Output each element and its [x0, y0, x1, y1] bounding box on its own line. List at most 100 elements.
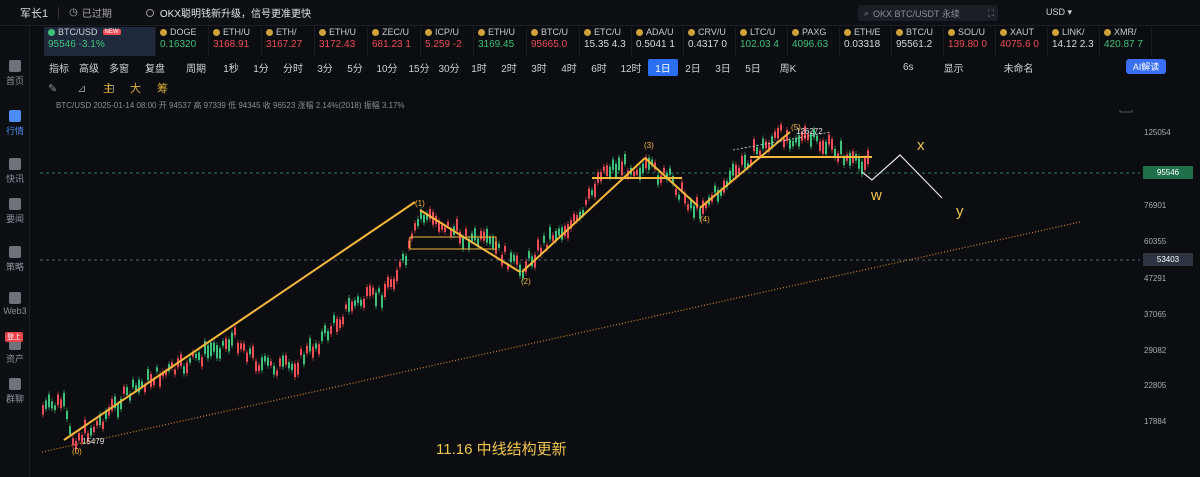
- candle-body: [678, 194, 680, 200]
- candle-body: [399, 261, 401, 267]
- ruler-icon[interactable]: ⊿: [77, 82, 86, 95]
- sidebar-item-5[interactable]: Web3: [0, 292, 30, 316]
- ticker-12[interactable]: LTC/U 102.03 4: [736, 27, 788, 56]
- indicator-2[interactable]: 筹: [157, 80, 168, 96]
- ticker-6[interactable]: ICP/U 5.259 -2: [421, 27, 474, 56]
- ai-button[interactable]: AI解读: [1126, 59, 1166, 74]
- sidebar-item-2[interactable]: 快讯: [0, 158, 30, 185]
- price-scale-label: 37065: [1144, 310, 1167, 319]
- toolbar-item-12[interactable]: 30分: [434, 60, 464, 75]
- candle-body: [126, 387, 128, 396]
- expand-icon[interactable]: ⛶: [988, 8, 994, 19]
- candle-body: [765, 141, 767, 149]
- toolbar-right-0[interactable]: 6s: [903, 62, 914, 73]
- candle-body: [102, 421, 104, 429]
- indicator-0[interactable]: 主: [103, 80, 114, 96]
- symbol-label: ETH/U: [223, 27, 250, 37]
- toolbar-item-14[interactable]: 2时: [494, 60, 524, 75]
- toolbar-item-19[interactable]: 1日: [648, 58, 678, 76]
- ticker-17[interactable]: XAUT 4075.6 0: [996, 27, 1048, 56]
- toolbar-item-10[interactable]: 10分: [370, 60, 404, 75]
- candle-body: [243, 343, 245, 351]
- close-icon[interactable]: [145, 8, 154, 17]
- pencil-icon[interactable]: ✎: [48, 82, 57, 95]
- candle-body: [744, 154, 746, 169]
- price-scale-label: 76901: [1144, 201, 1167, 210]
- ticker-1[interactable]: DOGE 0.16320: [156, 27, 209, 56]
- ticker-15[interactable]: BTC/U 95561.2: [892, 27, 944, 56]
- ticker-11[interactable]: CRV/U 0.4317 0: [684, 27, 736, 56]
- ticker-price: 95665.0: [531, 39, 568, 50]
- toolbar-item-17[interactable]: 6时: [584, 60, 614, 75]
- sidebar-item-6[interactable]: 资产 登上: [0, 332, 30, 365]
- sidebar-item-4[interactable]: 策略: [0, 246, 30, 273]
- candle-body: [606, 165, 608, 176]
- toolbar-item-8[interactable]: 3分: [310, 60, 340, 75]
- candle-body: [669, 168, 671, 175]
- candle-body: [342, 316, 344, 325]
- ticker-13[interactable]: PAXG 4096.63: [788, 27, 840, 56]
- candle-body: [456, 218, 458, 231]
- divider: [58, 6, 60, 19]
- ticker-7[interactable]: ETH/U 3169.45: [474, 27, 527, 56]
- toolbar-item-1[interactable]: 高级: [74, 60, 104, 75]
- candle-body: [789, 139, 791, 149]
- search-input[interactable]: ⌕ OKX BTC/USDT 永续 ⛶: [858, 5, 998, 21]
- toolbar-item-16[interactable]: 4时: [554, 60, 584, 75]
- toolbar-right-2[interactable]: 未命名: [1004, 60, 1034, 75]
- candle-body: [474, 228, 476, 241]
- toolbar-item-18[interactable]: 12时: [614, 60, 648, 75]
- ticker-4[interactable]: ETH/U 3172.43: [315, 27, 368, 56]
- toolbar-item-7[interactable]: 分时: [276, 60, 310, 75]
- ticker-14[interactable]: ETH/E 0.03318: [840, 27, 892, 56]
- ticker-16[interactable]: SOL/U 139.80 0: [944, 27, 996, 56]
- candle-body: [543, 235, 545, 243]
- symbol-label: SOL/U: [958, 27, 986, 37]
- toolbar-item-4[interactable]: 周期: [176, 60, 216, 75]
- ticker-2[interactable]: ETH/U 3168.91: [209, 27, 262, 56]
- toolbar-item-21[interactable]: 3日: [708, 60, 738, 75]
- candle-body: [381, 295, 383, 308]
- user-name[interactable]: 军长1: [20, 5, 48, 21]
- ticker-price: 0.03318: [844, 39, 881, 50]
- toolbar-item-3[interactable]: 复盘: [134, 60, 176, 75]
- toolbar-item-23[interactable]: 周K: [768, 60, 808, 75]
- sidebar-item-1[interactable]: 行情: [0, 110, 30, 137]
- ticker-19[interactable]: XMR/420.87 7: [1100, 27, 1152, 56]
- ticker-5[interactable]: ZEC/U 681.23 1: [368, 27, 421, 56]
- toolbar-item-20[interactable]: 2日: [678, 60, 708, 75]
- trendline: [41, 221, 1081, 453]
- sidebar-item-0[interactable]: 首页: [0, 60, 30, 87]
- sidebar-item-label: Web3: [3, 306, 27, 316]
- toolbar-right-1[interactable]: 显示: [944, 60, 964, 75]
- announcement[interactable]: OKX聪明钱新升级，信号更准更快: [145, 5, 311, 20]
- toolbar-item-13[interactable]: 1时: [464, 60, 494, 75]
- top-bar: 军长1 ◷ 已过期 OKX聪明钱新升级，信号更准更快: [0, 0, 1200, 26]
- toolbar-item-2[interactable]: 多窗: [104, 60, 134, 75]
- ticker-3[interactable]: ETH/3167.27: [262, 27, 315, 56]
- toolbar-item-15[interactable]: 3时: [524, 60, 554, 75]
- status-pill[interactable]: ◷ 已过期: [69, 5, 112, 20]
- candle-body: [864, 158, 866, 170]
- sidebar-item-3[interactable]: 要闻: [0, 198, 30, 225]
- ticker-0[interactable]: BTC/USD NEW 95546 -3.1%: [44, 27, 156, 56]
- toolbar-item-22[interactable]: 5日: [738, 60, 768, 75]
- ticker-8[interactable]: BTC/U 95665.0: [527, 27, 580, 56]
- candle-body: [63, 392, 65, 407]
- chat-icon: [9, 378, 21, 390]
- ticker-18[interactable]: LINK/14.12 2.3: [1048, 27, 1100, 56]
- toolbar-item-9[interactable]: 5分: [340, 60, 370, 75]
- toolbar-item-0[interactable]: 指标: [44, 60, 74, 75]
- candle-body: [819, 141, 821, 151]
- toolbar-item-11[interactable]: 15分: [404, 60, 434, 75]
- ticker-price: 95561.2: [896, 39, 933, 50]
- sidebar-item-7[interactable]: 群聊: [0, 378, 30, 405]
- ticker-10[interactable]: ADA/U 0.5041 1: [632, 27, 684, 56]
- ticker-9[interactable]: ETC/U 15.35 4.3: [580, 27, 632, 56]
- indicator-1[interactable]: 大: [130, 80, 141, 96]
- toolbar-item-5[interactable]: 1秒: [216, 60, 246, 75]
- price-chart[interactable]: (0)(1)(2)(3)(4)(5)wxy15479126272: [30, 110, 1200, 477]
- currency-select[interactable]: USD ▾: [1046, 7, 1072, 18]
- ticker-price: 4096.63: [792, 39, 829, 50]
- toolbar-item-6[interactable]: 1分: [246, 60, 276, 75]
